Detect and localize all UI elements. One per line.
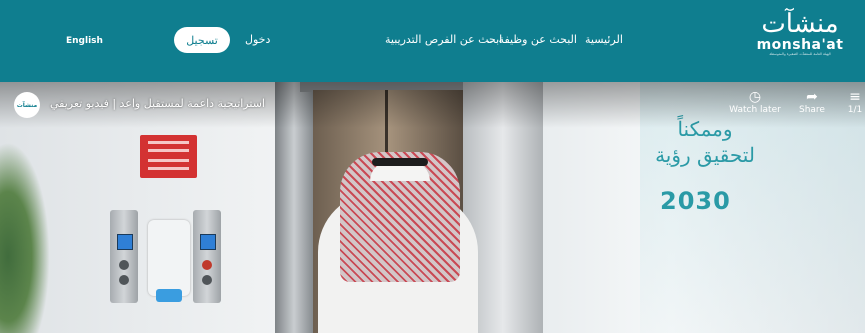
- video-scene-plant: [0, 142, 50, 333]
- panel-screen: [117, 234, 133, 250]
- channel-avatar[interactable]: منشآت: [14, 92, 40, 118]
- panel-screen: [200, 234, 216, 250]
- dispenser-base: [156, 289, 182, 302]
- playlist-count: 1/1: [847, 105, 863, 115]
- panel-button: [119, 275, 129, 285]
- video-scene-dispenser: [148, 220, 190, 302]
- language-switch[interactable]: English: [66, 36, 103, 46]
- sign-line: [148, 141, 189, 144]
- sign-line: [148, 149, 189, 152]
- watch-later-button[interactable]: ◷ Watch later: [729, 89, 781, 115]
- share-label: Share: [799, 105, 825, 115]
- nav-jobs-label: البحث عن وظيفة: [498, 33, 577, 46]
- video-scene-agal: [372, 158, 428, 166]
- sign-line: [148, 159, 189, 162]
- panel-button: [119, 260, 129, 270]
- playlist-icon: ≡: [849, 89, 861, 105]
- logo-arabic: منشآت: [761, 9, 839, 39]
- video-title[interactable]: استراتيجية داعمة لمستقبل واعد | فيديو تع…: [50, 97, 265, 110]
- video-vision-2030: 2030: [660, 187, 731, 215]
- share-arrow-icon: ➦: [806, 89, 818, 105]
- share-button[interactable]: ➦ Share: [786, 89, 838, 115]
- nav-jobs-dropdown[interactable]: ⌄ البحث عن وظيفة: [486, 33, 577, 46]
- video-scene-elevator-panel: [110, 210, 138, 303]
- video-scene-sign: [140, 135, 197, 178]
- panel-button: [202, 275, 212, 285]
- login-link[interactable]: دخول: [245, 33, 270, 46]
- chevron-down-icon: ⌄: [486, 36, 494, 46]
- video-scene-elevator-panel: [193, 210, 221, 303]
- panel-button: [202, 260, 212, 270]
- clock-icon: ◷: [748, 89, 762, 105]
- watch-later-label: Watch later: [729, 105, 781, 115]
- monshaat-logo[interactable]: منشآت monsha'at الهيئة العامة للمنشآت ال…: [755, 10, 845, 72]
- page: English تسجيل دخول ابحث عن الفرص التدريب…: [0, 0, 865, 333]
- sign-line: [148, 167, 189, 170]
- logo-english: monsha'at: [756, 37, 844, 53]
- playlist-button[interactable]: ≡ 1/1: [845, 89, 865, 115]
- top-nav: English تسجيل دخول ابحث عن الفرص التدريب…: [0, 0, 865, 82]
- logo-subtitle: الهيئة العامة للمنشآت الصغيرة والمتوسطة: [769, 52, 831, 56]
- intro-video[interactable]: وممكناً لتحقيق رؤية 2030: [0, 82, 865, 333]
- nav-home-link[interactable]: الرئيسية: [585, 33, 623, 46]
- register-button[interactable]: تسجيل: [174, 27, 230, 53]
- nav-training-link[interactable]: ابحث عن الفرص التدريبية: [385, 33, 502, 46]
